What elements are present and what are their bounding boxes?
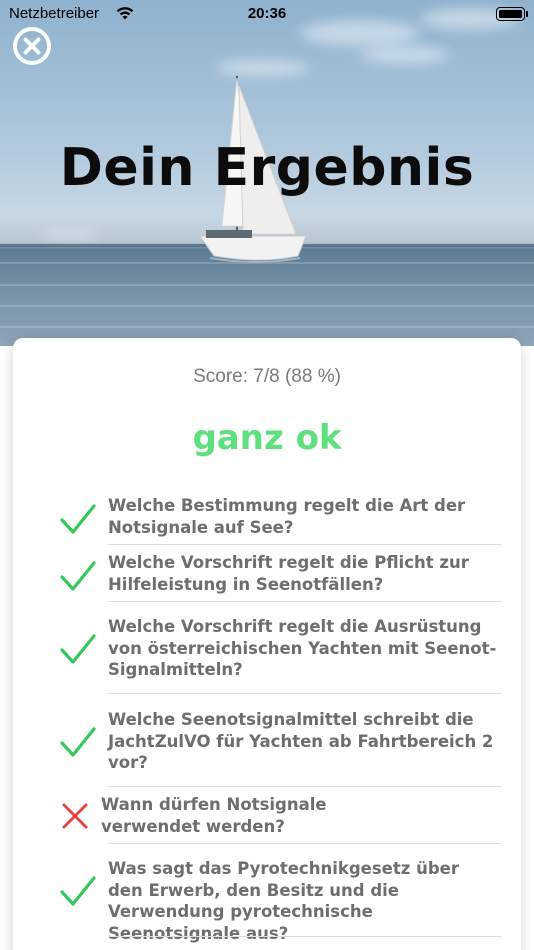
question-item[interactable]: Was sagt das Pyrotechnikgesetz über den … — [0, 857, 534, 943]
page-title: Dein Ergebnis — [59, 138, 475, 198]
question-text: Welche Seenotsignalmittel schreibt die J… — [108, 710, 494, 772]
checkmark-icon — [60, 876, 96, 906]
question-item[interactable]: Wann dürfen Notsignale verwendet werden? — [0, 793, 534, 843]
question-item[interactable]: Welche Bestimmung regelt die Art der Not… — [0, 494, 534, 544]
divider — [108, 786, 501, 787]
question-text: Wann dürfen Notsignale verwendet werden? — [101, 795, 327, 836]
question-text: Was sagt das Pyrotechnikgesetz über den … — [108, 859, 459, 943]
close-button[interactable] — [12, 26, 52, 66]
checkmark-icon — [60, 634, 96, 664]
battery-icon — [496, 7, 525, 21]
question-item[interactable]: Welche Seenotsignalmittel schreibt die J… — [0, 708, 534, 786]
cross-icon — [62, 803, 88, 829]
divider — [108, 936, 501, 937]
question-item[interactable]: Welche Vorschrift regelt die Pflicht zur… — [0, 551, 534, 601]
score-text: Score: 7/8 (88 %) — [193, 366, 341, 387]
question-text: Welche Vorschrift regelt die Ausrüstung … — [108, 617, 497, 679]
divider — [108, 843, 501, 844]
checkmark-icon — [60, 561, 96, 591]
checkmark-icon — [60, 504, 96, 534]
verdict-label: ganz ok — [192, 418, 342, 458]
battery-tip — [526, 11, 528, 17]
checkmark-icon — [60, 727, 96, 757]
status-bar: Netzbetreiber 20:36 — [0, 0, 534, 28]
close-icon — [13, 27, 51, 65]
question-item[interactable]: Welche Vorschrift regelt die Ausrüstung … — [0, 615, 534, 693]
divider — [108, 601, 501, 602]
divider — [108, 544, 501, 545]
clock: 20:36 — [247, 5, 287, 22]
question-text: Welche Vorschrift regelt die Pflicht zur… — [108, 553, 469, 594]
question-text: Welche Bestimmung regelt die Art der Not… — [108, 496, 466, 537]
divider — [108, 693, 501, 694]
